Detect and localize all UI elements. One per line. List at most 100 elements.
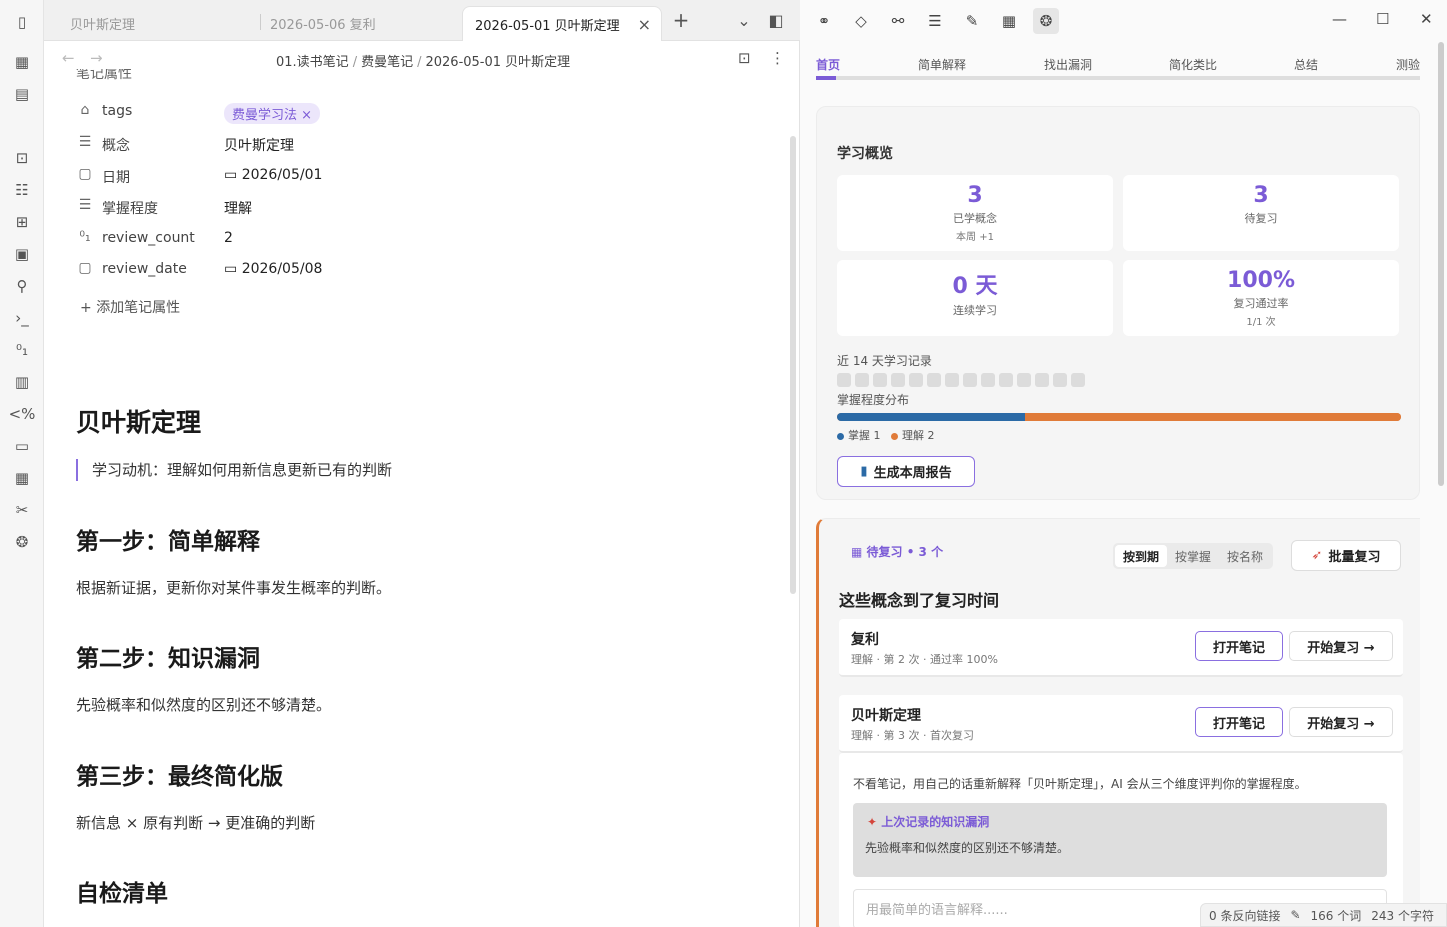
sort-by-name[interactable]: 按名称: [1219, 545, 1271, 567]
property-key: tags: [102, 103, 133, 119]
presentation-icon[interactable]: ▭: [10, 434, 34, 458]
step2-text: 先验概率和似然度的区别还不够清楚。: [76, 696, 332, 714]
back-arrow-icon[interactable]: ←: [62, 49, 75, 67]
rocket-icon: ➶: [1311, 548, 1323, 563]
outline-icon[interactable]: ☰: [922, 8, 948, 34]
list-icon: ☰: [78, 134, 92, 150]
stat-label: 连续学习: [953, 304, 997, 317]
review-item-meta: 理解 · 第 3 次 · 首次复习: [851, 729, 974, 742]
left-ribbon: ▯ ▦ ▤ ⊡ ☷ ⊞ ▣ ⚲ ›_ ⁰₁ ▥ <% ▭ ▦ ✂ ❂: [0, 0, 44, 927]
toggle-right-sidebar-icon[interactable]: ◧: [766, 10, 786, 30]
property-value[interactable]: 贝叶斯定理: [224, 135, 294, 155]
tab-home[interactable]: 首页: [816, 56, 840, 73]
backlinks-count[interactable]: 0 条反向链接: [1209, 907, 1280, 924]
char-count: 243 个字符: [1371, 908, 1434, 923]
record-day: [891, 373, 905, 387]
breadcrumb-item[interactable]: 费曼笔记: [361, 55, 413, 70]
property-value[interactable]: ▭ 2026/05/08: [224, 261, 322, 277]
sort-by-mastery[interactable]: 按掌握: [1167, 545, 1219, 567]
tab-find-gaps[interactable]: 找出漏洞: [1044, 56, 1092, 73]
start-review-button[interactable]: 开始复习 →: [1289, 707, 1393, 737]
review-count-label: 待复习 • 3 个: [866, 545, 944, 559]
step2-heading: 第二步：知识漏洞: [76, 646, 260, 672]
tag-icon[interactable]: ◇: [848, 8, 874, 34]
board-icon[interactable]: ▦: [10, 50, 34, 74]
calendar-icon[interactable]: ▦: [996, 8, 1022, 34]
calendar-small-icon: ▭: [224, 167, 238, 183]
tab-summary[interactable]: 总结: [1294, 56, 1318, 73]
list-tree-icon[interactable]: ☷: [10, 178, 34, 202]
close-window-icon[interactable]: ✕: [1420, 10, 1433, 28]
property-date[interactable]: ▢ 日期 ▭ 2026/05/01: [76, 164, 496, 188]
property-value[interactable]: 理解: [224, 198, 252, 218]
forward-arrow-icon[interactable]: →: [90, 49, 103, 67]
breadcrumb-item[interactable]: 01.读书笔记: [276, 55, 349, 70]
tab-bar: 贝叶斯定理 2026-05-06 复利 2026-05-01 贝叶斯定理 × +…: [44, 0, 800, 41]
mastery-distribution-bar: [837, 413, 1401, 421]
terminal-icon[interactable]: ›_: [10, 306, 34, 330]
template-icon[interactable]: <%: [9, 402, 36, 426]
chevron-down-icon[interactable]: ⌄: [734, 10, 754, 30]
add-property-button[interactable]: + 添加笔记属性: [80, 297, 180, 317]
breadcrumb-item[interactable]: 2026-05-01 贝叶斯定理: [425, 55, 570, 70]
stat-due: 3 待复习: [1123, 175, 1399, 251]
edit-icon[interactable]: ✎: [959, 8, 985, 34]
toggle-sidebar-icon[interactable]: ▯: [10, 10, 34, 34]
stat-label: 已学概念: [953, 212, 997, 225]
maximize-icon[interactable]: ☐: [1376, 10, 1389, 28]
properties-header: 笔记属性: [76, 69, 132, 82]
layout-icon[interactable]: ▥: [10, 370, 34, 394]
tab-compound[interactable]: 2026-05-06 复利: [258, 6, 388, 41]
link-icon[interactable]: ⚭: [811, 8, 837, 34]
property-value[interactable]: ▭ 2026/05/01: [224, 167, 322, 183]
property-review-date[interactable]: ▢ review_date ▭ 2026/05/08: [76, 258, 496, 282]
property-tags[interactable]: ⌂ tags 费曼学习法 ×: [76, 100, 496, 124]
property-value[interactable]: 费曼学习法 ×: [224, 103, 321, 124]
stat-number: 3: [967, 183, 983, 208]
editor-scrollbar[interactable]: [790, 136, 796, 594]
property-mastery[interactable]: ☰ 掌握程度 理解: [76, 195, 496, 219]
sort-by-due[interactable]: 按到期: [1115, 545, 1168, 567]
pencil-icon[interactable]: ✎: [1290, 908, 1300, 922]
tab-analogy[interactable]: 简化类比: [1169, 56, 1217, 73]
stat-learned: 3 已学概念 本周 +1: [837, 175, 1113, 251]
property-review-count[interactable]: ⁰₁ review_count 2: [76, 227, 496, 251]
tab-quiz[interactable]: 测验: [1396, 56, 1420, 73]
tab-simple-explain[interactable]: 简单解释: [918, 56, 966, 73]
property-value[interactable]: 2: [224, 230, 233, 246]
step1-heading: 第一步：简单解释: [76, 529, 260, 555]
plugin-scrollbar[interactable]: [1438, 42, 1444, 486]
outgoing-link-icon[interactable]: ⚯: [885, 8, 911, 34]
tools-icon[interactable]: ✂: [10, 498, 34, 522]
more-options-icon[interactable]: ⋮: [770, 49, 785, 67]
brain-icon[interactable]: ❂: [10, 530, 34, 554]
start-review-button[interactable]: 开始复习 →: [1289, 631, 1393, 661]
list-icon: ☰: [78, 197, 92, 213]
grid-icon[interactable]: ⊞: [10, 210, 34, 234]
table-icon[interactable]: ▦: [10, 466, 34, 490]
graph-icon[interactable]: ⚲: [10, 274, 34, 298]
tab-active-note[interactable]: 2026-05-01 贝叶斯定理 ×: [462, 6, 662, 41]
tab-bayes[interactable]: 贝叶斯定理: [58, 6, 147, 41]
record-day: [981, 373, 995, 387]
open-note-button[interactable]: 打开笔记: [1195, 631, 1283, 661]
generate-report-button[interactable]: ▮ 生成本周报告: [837, 456, 975, 487]
new-tab-icon[interactable]: +: [671, 8, 691, 32]
motivation-quote: 学习动机：理解如何用新信息更新已有的判断: [76, 459, 392, 481]
step3-text: 新信息 × 原有判断 → 更准确的判断: [76, 814, 316, 832]
file-icon[interactable]: ▤: [10, 82, 34, 106]
close-tab-icon[interactable]: ×: [638, 15, 651, 34]
reading-mode-icon[interactable]: ⊡: [738, 49, 751, 67]
minimize-icon[interactable]: —: [1332, 10, 1347, 28]
checklist-heading: 自检清单: [76, 881, 168, 907]
book-icon[interactable]: ⊡: [10, 146, 34, 170]
record-title: 近 14 天学习记录: [837, 354, 932, 368]
add-property-label: 添加笔记属性: [96, 300, 181, 316]
brain-icon[interactable]: ❂: [1033, 8, 1059, 34]
open-note-button[interactable]: 打开笔记: [1195, 707, 1283, 737]
remove-tag-icon[interactable]: ×: [301, 108, 312, 123]
property-concept[interactable]: ☰ 概念 贝叶斯定理: [76, 132, 496, 156]
number-icon[interactable]: ⁰₁: [10, 338, 34, 362]
file-search-icon[interactable]: ▣: [10, 242, 34, 266]
batch-review-button[interactable]: ➶ 批量复习: [1291, 540, 1401, 571]
